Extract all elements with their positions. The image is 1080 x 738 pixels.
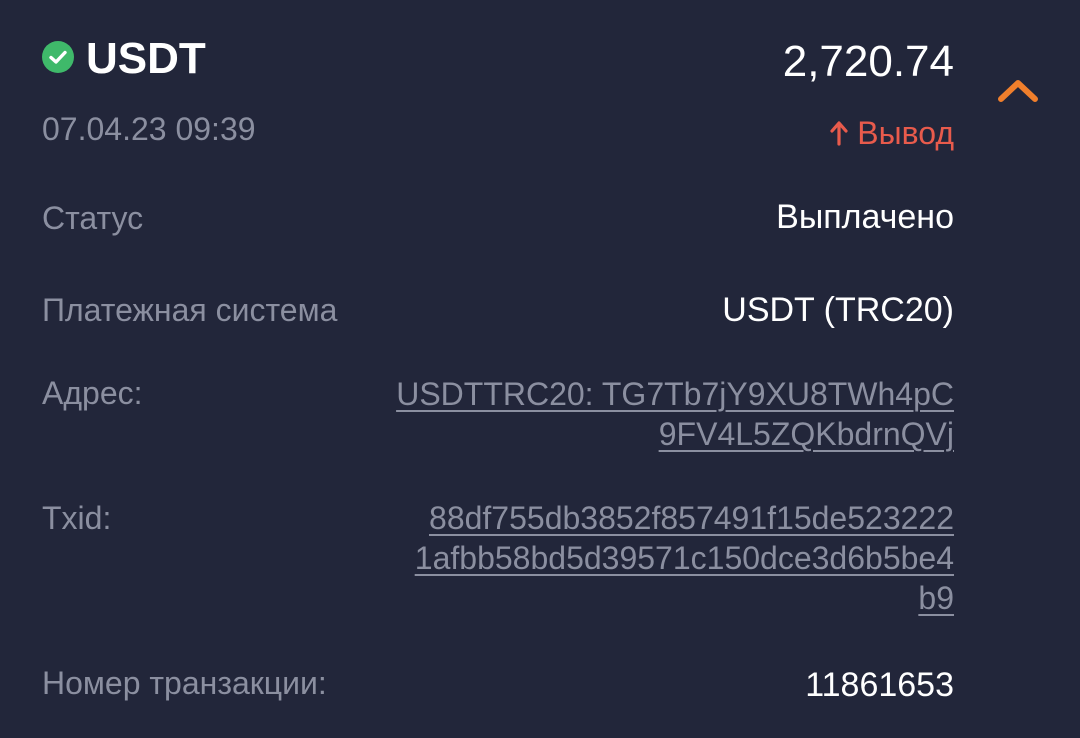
transaction-type-label: Вывод (857, 115, 954, 151)
txid-line-1[interactable]: 88df755db3852f857491f15de523222 (429, 500, 954, 536)
address-link[interactable]: USDTTRC20: TG7Tb7jY9XU8TWh4pC 9FV4L5ZQKb… (354, 374, 954, 454)
address-line-1[interactable]: USDTTRC20: TG7Tb7jY9XU8TWh4pC (396, 376, 954, 412)
address-label: Адрес: (42, 375, 143, 411)
chevron-up-icon (998, 80, 1038, 102)
txid-label: Txid: (42, 500, 112, 536)
transaction-number-value: 11861653 (805, 666, 954, 704)
arrow-up-icon (829, 120, 849, 146)
transaction-date: 07.04.23 09:39 (42, 111, 256, 147)
txid-link[interactable]: 88df755db3852f857491f15de523222 1afbb58b… (354, 498, 954, 618)
address-line-2[interactable]: 9FV4L5ZQKbdrnQVj (659, 416, 954, 452)
payment-system-label: Платежная система (42, 292, 338, 328)
currency-title: USDT (86, 34, 206, 83)
transaction-type: Вывод (829, 113, 954, 153)
collapse-button[interactable] (992, 72, 1044, 108)
check-circle-icon (42, 41, 74, 73)
payment-system-value: USDT (TRC20) (722, 291, 954, 329)
transaction-amount: 2,720.74 (782, 37, 954, 86)
txid-line-3[interactable]: b9 (918, 580, 954, 616)
transaction-number-label: Номер транзакции: (42, 665, 327, 701)
txid-line-2[interactable]: 1afbb58bd5d39571c150dce3d6b5be4 (415, 540, 954, 576)
status-value: Выплачено (776, 198, 954, 236)
status-label: Статус (42, 200, 144, 236)
